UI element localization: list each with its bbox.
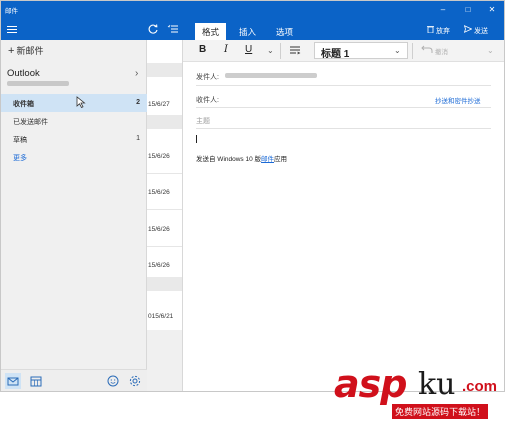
folder-drafts[interactable]: 草稿 1 — [1, 130, 147, 148]
watermark-brand-ku: ku — [418, 367, 456, 402]
settings-icon[interactable] — [127, 373, 143, 389]
list-group-header — [147, 115, 182, 129]
chevron-right-icon[interactable]: › — [135, 68, 138, 79]
tab-format[interactable]: 格式 — [195, 23, 227, 40]
style-chevron-down-icon[interactable]: ⌄ — [394, 46, 401, 55]
to-field-underline[interactable] — [196, 107, 491, 108]
hamburger-menu-icon[interactable] — [7, 26, 17, 34]
italic-button[interactable]: I — [224, 44, 228, 55]
cc-bcc-link[interactable]: 抄送和密件抄送 — [435, 95, 481, 105]
new-mail-button[interactable]: + 新邮件 — [8, 44, 43, 57]
list-divider — [147, 173, 182, 174]
paragraph-format-icon[interactable] — [289, 45, 301, 59]
underline-button[interactable]: U — [245, 44, 252, 55]
chevron-down-icon[interactable]: ⌄ — [267, 46, 274, 55]
minimize-button[interactable]: – — [435, 3, 451, 17]
message-list: 15/6/27 15/6/26 15/6/26 15/6/26 15/6/26 … — [147, 40, 183, 391]
mail-app-window: 邮件 – □ ✕ + 新邮件 Outlook › 收件箱 2 已发送邮件 草稿 1 — [0, 0, 505, 392]
message-list-header — [147, 19, 183, 40]
folder-label: 已发送邮件 — [13, 119, 48, 126]
field-divider — [196, 85, 491, 86]
trash-icon — [427, 25, 434, 35]
message-date[interactable]: 15/6/26 — [148, 262, 170, 269]
signature-suffix: 应用 — [274, 156, 288, 163]
asp-ku-watermark-logo: asp ku .com 免费网站源码下载站！ — [334, 362, 504, 422]
tab-options[interactable]: 选项 — [269, 23, 300, 40]
folder-more[interactable]: 更多 — [1, 148, 147, 166]
folder-pane: + 新邮件 Outlook › 收件箱 2 已发送邮件 草稿 1 更多 — [1, 40, 147, 391]
send-label: 发送 — [474, 28, 488, 35]
mail-icon[interactable] — [5, 373, 21, 389]
signature-text: 发送自 Windows 10 版 — [196, 156, 262, 163]
sync-icon[interactable] — [147, 23, 159, 35]
message-date[interactable]: 15/6/27 — [148, 101, 170, 108]
message-date[interactable]: 15/6/26 — [148, 226, 170, 233]
list-group-header — [147, 63, 182, 77]
select-mode-icon[interactable] — [167, 23, 179, 35]
message-date[interactable]: 015/6/21 — [148, 313, 173, 320]
left-pane-header — [1, 19, 147, 40]
plus-icon: + — [8, 45, 15, 57]
undo-chevron-down-icon[interactable]: ⌄ — [487, 46, 494, 55]
field-divider — [196, 128, 491, 129]
message-date[interactable]: 15/6/26 — [148, 153, 170, 160]
folder-label: 草稿 — [13, 137, 27, 144]
watermark-tld: .com — [462, 378, 498, 395]
new-mail-label: 新邮件 — [16, 46, 44, 56]
to-label: 收件人: — [196, 97, 219, 104]
send-icon — [463, 25, 473, 35]
message-body[interactable]: 发送自 Windows 10 版邮件应用 — [196, 153, 287, 163]
folder-count: 2 — [136, 99, 140, 106]
discard-button[interactable]: 放弃 — [427, 25, 450, 36]
list-group-header — [147, 277, 182, 291]
folder-label: 收件箱 — [13, 101, 34, 108]
from-address-blurred[interactable] — [225, 73, 317, 78]
account-email-blurred — [7, 81, 69, 86]
folder-count: 1 — [136, 135, 140, 142]
watermark-tagline: 免费网站源码下载站！ — [392, 404, 489, 419]
folder-label: 更多 — [13, 155, 27, 162]
title-bar: 邮件 – □ ✕ — [1, 1, 504, 19]
smiley-icon[interactable] — [105, 373, 121, 389]
folder-inbox[interactable]: 收件箱 2 — [1, 94, 147, 112]
message-date[interactable]: 15/6/26 — [148, 189, 170, 196]
subject-input[interactable]: 主题 — [196, 116, 210, 126]
app-switcher-bar — [1, 369, 147, 391]
text-caret — [196, 135, 197, 143]
signature-mail-link[interactable]: 邮件 — [261, 156, 274, 163]
toolbar-divider — [412, 43, 413, 59]
bold-button[interactable]: B — [199, 44, 206, 55]
undo-icon[interactable] — [421, 44, 433, 57]
list-divider — [147, 246, 182, 247]
account-name[interactable]: Outlook — [7, 68, 40, 79]
ribbon-tab-bar: 格式 插入 选项 放弃 发送 — [183, 19, 504, 40]
discard-label: 放弃 — [436, 28, 450, 35]
window-title: 邮件 — [5, 8, 18, 15]
undo-label: 撤消 — [435, 49, 448, 56]
compose-pane: 发件人: 收件人: 抄送和密件抄送 主题 发送自 Windows 10 版邮件应… — [183, 62, 504, 391]
close-button[interactable]: ✕ — [484, 3, 500, 17]
tab-insert[interactable]: 插入 — [232, 23, 263, 40]
maximize-button[interactable]: □ — [460, 3, 476, 17]
watermark-brand: asp — [334, 362, 407, 406]
format-toolbar: B I U ⌄ 标题 1 ⌄ 撤消 ⌄ — [183, 40, 504, 62]
list-divider — [147, 209, 182, 210]
from-label: 发件人: — [196, 74, 219, 81]
folder-sent[interactable]: 已发送邮件 — [1, 112, 147, 130]
calendar-icon[interactable] — [28, 373, 44, 389]
list-empty-area — [147, 330, 182, 391]
mouse-cursor-icon — [76, 96, 86, 108]
send-button[interactable]: 发送 — [463, 25, 488, 36]
toolbar-divider — [280, 43, 281, 59]
